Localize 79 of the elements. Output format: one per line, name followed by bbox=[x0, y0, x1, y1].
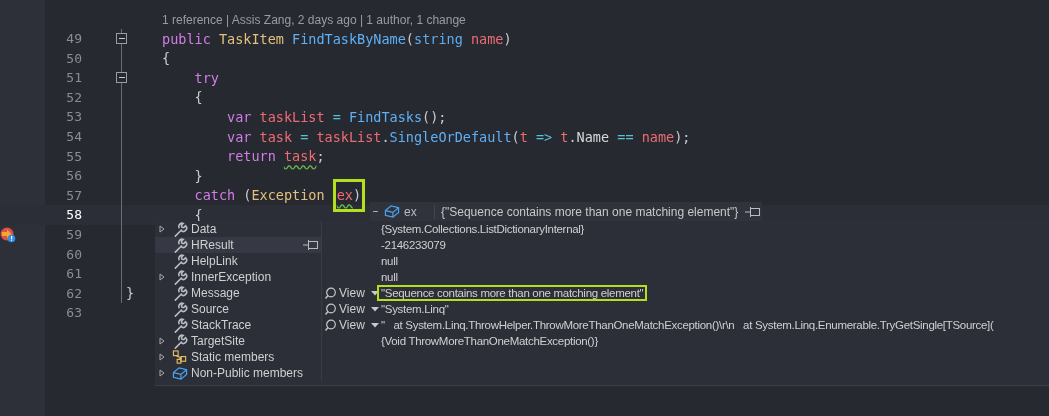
line-number: 58 bbox=[65, 206, 82, 225]
member-name[interactable]: HelpLink bbox=[191, 252, 238, 270]
line-number: 56 bbox=[65, 167, 82, 186]
view-button[interactable]: View bbox=[322, 301, 379, 317]
row-hover-highlight[interactable]: HResult bbox=[155, 237, 322, 253]
expand-arrow-icon[interactable] bbox=[159, 273, 165, 281]
codelens-text[interactable]: 1 reference | Assis Zang, 2 days ago | 1 author, 1 change bbox=[162, 10, 466, 29]
member-name[interactable]: Non-Public members bbox=[191, 364, 304, 382]
line-number: 59 bbox=[65, 226, 82, 244]
collapse-icon[interactable] bbox=[373, 210, 379, 213]
member-name[interactable]: Static members bbox=[191, 348, 275, 366]
line-number: 61 bbox=[65, 265, 82, 284]
member-value: " at System.Linq.ThrowHelper.ThrowMoreThanOneMatchException()\r\n at System.Linq.Enumerable.TryGetSingle[TSource]( bbox=[381, 319, 994, 331]
code-line: { bbox=[162, 49, 171, 69]
search-icon bbox=[325, 303, 338, 315]
member-name[interactable]: InnerException bbox=[191, 268, 272, 286]
static-members-icon bbox=[172, 349, 188, 365]
wrench-icon bbox=[172, 301, 188, 317]
code-line: return task; bbox=[226, 147, 325, 167]
wrench-icon bbox=[172, 285, 188, 301]
wrench-icon bbox=[172, 237, 188, 253]
line-number: 50 bbox=[65, 49, 82, 68]
member-value: "System.Linq" bbox=[381, 303, 449, 315]
member-name[interactable]: HResult bbox=[191, 236, 234, 254]
wrench-icon bbox=[172, 269, 188, 285]
code-line: public TaskItem FindTaskByName(string name) bbox=[162, 29, 512, 49]
member-name[interactable]: StackTrace bbox=[191, 316, 252, 334]
exception-marker-icon[interactable] bbox=[0, 226, 16, 243]
variable-name: ex bbox=[404, 203, 418, 221]
line-number: 62 bbox=[65, 284, 82, 303]
code-line: } bbox=[126, 284, 135, 304]
line-number: 49 bbox=[65, 30, 82, 49]
line-number: 51 bbox=[65, 69, 82, 88]
view-button[interactable]: View bbox=[322, 317, 379, 333]
member-value: {Void ThrowMoreThanOneMatchException()} bbox=[381, 335, 598, 347]
code-line: } bbox=[193, 166, 203, 186]
member-value: {System.Collections.ListDictionaryInternal} bbox=[381, 223, 585, 235]
code-line: var task = taskList.SingleOrDefault(t => t.Name == name); bbox=[226, 127, 691, 147]
line-number: 53 bbox=[65, 108, 82, 127]
caret-icon bbox=[370, 290, 379, 296]
highlighted-value: "Sequence contains more than one matching element" bbox=[377, 285, 648, 301]
member-name[interactable]: Message bbox=[191, 284, 240, 302]
wrench-icon bbox=[172, 221, 188, 237]
search-icon bbox=[325, 319, 338, 331]
variable-value: {"Sequence contains more than one matching element"} bbox=[441, 203, 739, 221]
search-icon bbox=[325, 287, 338, 299]
fold-toggle[interactable] bbox=[116, 33, 127, 45]
highlight-box: ex) bbox=[332, 179, 366, 212]
member-name[interactable]: Source bbox=[191, 300, 230, 318]
expand-arrow-icon[interactable] bbox=[159, 353, 165, 361]
caret-icon bbox=[370, 322, 379, 328]
member-value: null bbox=[381, 255, 398, 267]
object-icon bbox=[384, 204, 400, 219]
expand-arrow-icon[interactable] bbox=[159, 337, 165, 345]
member-name[interactable]: TargetSite bbox=[191, 332, 246, 350]
line-number: 57 bbox=[65, 186, 82, 205]
wrench-icon bbox=[172, 333, 188, 349]
line-number: 52 bbox=[65, 88, 82, 107]
member-value: null bbox=[381, 271, 398, 283]
pin-icon[interactable] bbox=[303, 239, 318, 251]
code-line: try bbox=[193, 68, 219, 88]
code-line: { bbox=[193, 88, 203, 108]
wrench-icon bbox=[172, 253, 188, 269]
expand-arrow-icon[interactable] bbox=[159, 225, 165, 233]
member-name[interactable]: Data bbox=[191, 220, 217, 238]
line-number: 55 bbox=[65, 147, 82, 166]
expand-arrow-icon[interactable] bbox=[159, 369, 165, 377]
line-number: 60 bbox=[65, 245, 82, 264]
line-number: 54 bbox=[65, 128, 82, 146]
code-text: catch (Exception bbox=[193, 186, 326, 206]
wrench-icon bbox=[172, 317, 188, 333]
pin-icon[interactable] bbox=[745, 205, 760, 218]
cube-icon bbox=[172, 365, 188, 381]
member-value: -2146233079 bbox=[381, 239, 446, 251]
caret-icon bbox=[370, 306, 379, 312]
fold-toggle[interactable] bbox=[116, 72, 127, 84]
code-line: var taskList = FindTasks(); bbox=[226, 108, 447, 128]
view-button[interactable]: View bbox=[322, 285, 379, 301]
line-number: 63 bbox=[65, 304, 82, 323]
